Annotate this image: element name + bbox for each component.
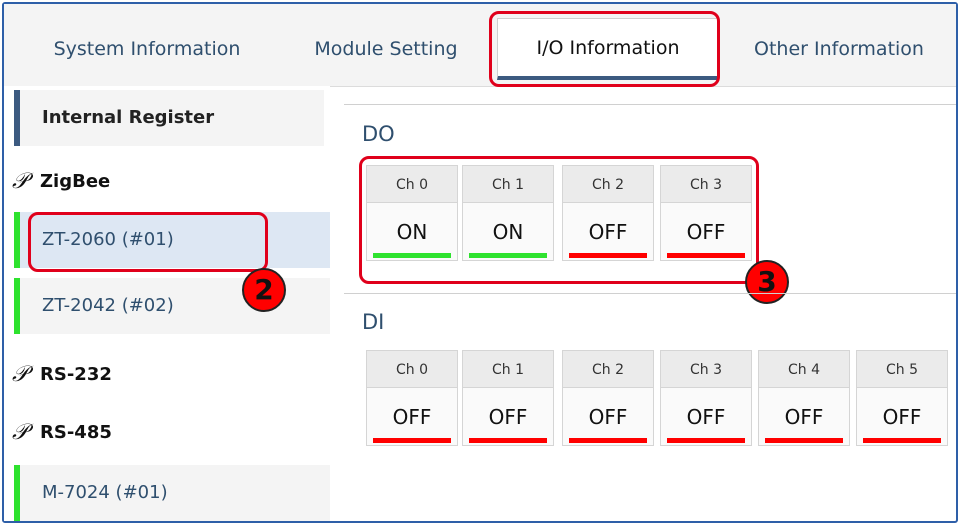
link-icon: 𝒫 [12, 169, 28, 194]
channel-state: OFF [562, 388, 654, 446]
do-section-title: DO [362, 122, 395, 146]
channel-label: Ch 0 [366, 350, 458, 388]
channel-state: OFF [758, 388, 850, 446]
channel-state-text: OFF [392, 405, 432, 429]
channel-label: Ch 1 [462, 165, 554, 203]
do-channel-0: Ch 0 ON [366, 165, 458, 261]
channel-label: Ch 0 [366, 165, 458, 203]
sidebar-group-zigbee[interactable]: 𝒫 ZigBee [10, 154, 110, 210]
do-channel-1: Ch 1 ON [462, 165, 554, 261]
channel-state[interactable]: OFF [660, 203, 752, 261]
sidebar-group-label: ZigBee [40, 171, 111, 192]
channel-state-text: OFF [882, 405, 922, 429]
status-bar-off [373, 438, 451, 443]
sidebar-item-m-7024[interactable]: M-7024 (#01) [14, 465, 330, 521]
status-bar-off [569, 253, 647, 258]
channel-label: Ch 2 [562, 165, 654, 203]
channel-state[interactable]: OFF [562, 203, 654, 261]
channel-state-text: OFF [588, 220, 628, 244]
status-bar-off [765, 438, 843, 443]
channel-label: Ch 2 [562, 350, 654, 388]
channel-state-text: OFF [588, 405, 628, 429]
channel-state-text: OFF [488, 405, 528, 429]
di-channel-2: Ch 2 OFF [562, 350, 654, 446]
channel-label: Ch 5 [856, 350, 948, 388]
channel-label: Ch 3 [660, 165, 752, 203]
divider [344, 104, 956, 105]
annotation-badge-3: 3 [745, 260, 789, 304]
tab-other-information[interactable]: Other Information [728, 18, 950, 80]
do-channel-2: Ch 2 OFF [562, 165, 654, 261]
channel-state[interactable]: ON [366, 203, 458, 261]
channel-state-text: OFF [784, 405, 824, 429]
sidebar-group-label: RS-232 [40, 364, 112, 385]
channel-state: OFF [462, 388, 554, 446]
status-bar-on [469, 253, 547, 258]
di-channel-3: Ch 3 OFF [660, 350, 752, 446]
tab-module-setting[interactable]: Module Setting [286, 18, 486, 80]
sidebar-group-label: RS-485 [40, 422, 112, 443]
status-bar-off [469, 438, 547, 443]
link-icon: 𝒫 [12, 420, 28, 445]
tab-system-information[interactable]: System Information [12, 18, 282, 80]
status-bar-off [569, 438, 647, 443]
channel-state-text: OFF [686, 220, 726, 244]
channel-state[interactable]: ON [462, 203, 554, 261]
di-channel-1: Ch 1 OFF [462, 350, 554, 446]
sidebar-item-zt-2060[interactable]: ZT-2060 (#01) [14, 212, 330, 268]
sidebar-group-rs232[interactable]: 𝒫 RS-232 [10, 347, 112, 403]
di-channel-0: Ch 0 OFF [366, 350, 458, 446]
sidebar-group-rs485[interactable]: 𝒫 RS-485 [10, 405, 112, 461]
status-bar-off [863, 438, 941, 443]
status-bar-on [373, 253, 451, 258]
di-section-title: DI [362, 310, 385, 334]
channel-state-text: ON [492, 220, 524, 244]
status-bar-off [667, 438, 745, 443]
annotation-badge-2: 2 [242, 268, 286, 312]
tab-bar: System Information Module Setting I/O In… [4, 4, 956, 87]
channel-label: Ch 3 [660, 350, 752, 388]
link-icon: 𝒫 [12, 362, 28, 387]
channel-label: Ch 1 [462, 350, 554, 388]
channel-state: OFF [856, 388, 948, 446]
tab-io-information[interactable]: I/O Information [497, 18, 719, 80]
divider [344, 293, 956, 294]
channel-state-text: ON [396, 220, 428, 244]
di-channel-4: Ch 4 OFF [758, 350, 850, 446]
di-channel-5: Ch 5 OFF [856, 350, 948, 446]
channel-label: Ch 4 [758, 350, 850, 388]
channel-state-text: OFF [686, 405, 726, 429]
status-bar-off [667, 253, 745, 258]
do-channel-3: Ch 3 OFF [660, 165, 752, 261]
channel-state: OFF [660, 388, 752, 446]
sidebar-item-internal-register[interactable]: Internal Register [14, 90, 324, 146]
channel-state: OFF [366, 388, 458, 446]
